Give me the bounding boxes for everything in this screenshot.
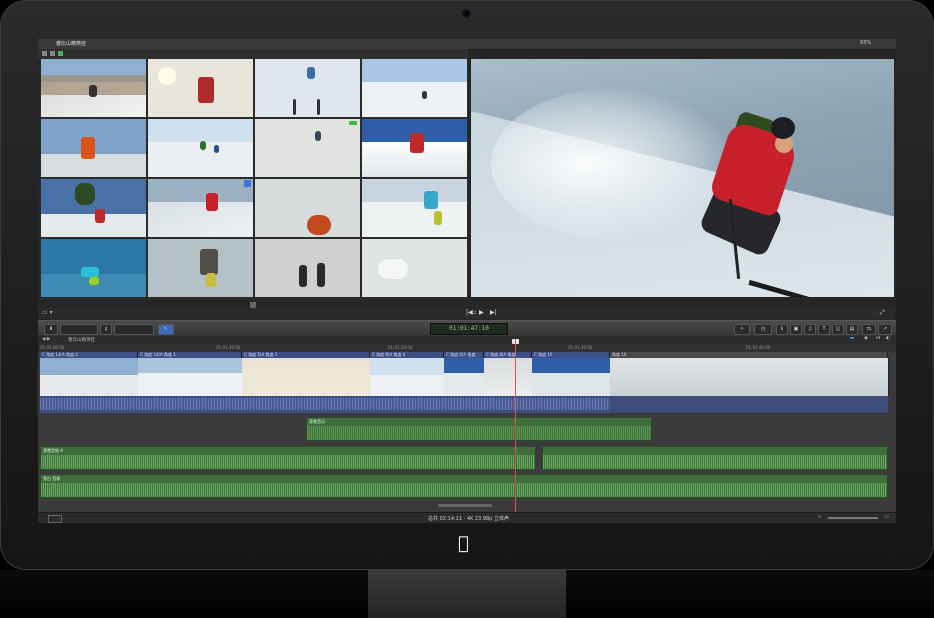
library-icon[interactable] <box>42 51 47 56</box>
viewer-controls: ▭ <box>471 308 894 319</box>
transitions-icon[interactable]: ⇆ <box>862 324 876 335</box>
snapping-icon[interactable]: ⋈ <box>876 336 881 341</box>
clip-thumbnail[interactable] <box>362 179 467 237</box>
clip-thumbnail[interactable] <box>148 179 253 237</box>
clip-thumbnail[interactable] <box>255 119 360 177</box>
clip-thumbnail[interactable] <box>41 179 146 237</box>
clip-audio-strip <box>610 396 888 413</box>
timeline-history-icon[interactable]: ◀ ▶ <box>42 337 50 342</box>
play-reverse-icon[interactable]: |◀ <box>466 309 473 316</box>
audio-clip[interactable]: 旁白 音效 <box>40 474 888 498</box>
timeline-scroll-handle[interactable] <box>438 504 492 507</box>
clip-thumbnail[interactable] <box>255 59 360 117</box>
clip-audio-waveform <box>40 398 610 410</box>
audio-clip-label: 旁白 音效 <box>43 476 61 481</box>
clip-thumbnail[interactable] <box>148 119 253 177</box>
clip-filmstrip[interactable] <box>40 358 139 396</box>
zoom-level[interactable]: 93% <box>860 40 871 46</box>
ruler-tick: 01:01:10:00 <box>216 345 241 350</box>
photos-icon[interactable] <box>50 51 55 56</box>
clip-filmstrip[interactable] <box>138 358 243 396</box>
audio-skimming-icon[interactable]: ◉ <box>864 336 868 341</box>
camera-icon <box>462 9 471 18</box>
music-icon[interactable] <box>58 51 63 56</box>
clip-thumbnail[interactable] <box>362 119 467 177</box>
inspector-icon[interactable]: ℹ <box>776 324 788 335</box>
photos-browser-icon[interactable]: ▣ <box>790 324 802 335</box>
timeline-zoom-slider[interactable] <box>828 517 878 519</box>
clip-thumbnail[interactable] <box>255 239 360 297</box>
clip-appearance-switch-icon[interactable]: ▭ <box>884 514 889 520</box>
audio-clip-label: 背景音乐 <box>309 419 325 424</box>
playhead[interactable] <box>515 339 516 512</box>
clip-appearance-icon[interactable]: ▬ <box>850 336 854 341</box>
play-icon[interactable]: ▶ <box>479 309 484 316</box>
browser-footer: ▭ ▾ <box>38 308 470 319</box>
final-cut-window: 春比山精英娃 93% 设置 <box>38 39 896 523</box>
timeline-header: ◀ ▶ 春比山精英娃 ▬ ◉ ⋈ ◐ <box>38 336 896 344</box>
audio-clip-label: 滑雪音效 A <box>43 448 64 453</box>
clip-thumbnail[interactable] <box>41 59 146 117</box>
music-browser-icon[interactable]: ♫ <box>804 324 816 335</box>
apple-logo-icon:  <box>458 535 469 553</box>
clip-filmstrip[interactable] <box>610 358 889 396</box>
import-button[interactable]: ⬇ <box>44 324 58 335</box>
clip-thumbnail[interactable] <box>255 179 360 237</box>
share-icon[interactable]: ↗ <box>878 324 892 335</box>
clip-thumbnail[interactable] <box>41 119 146 177</box>
zoom-search-icon[interactable]: ⌕ <box>818 514 821 520</box>
imac-monitor:  春比山精英娃 93% 设置 <box>0 0 934 570</box>
editor-toolbar: ⬇ ⚷ ↖ 01:01:47:10 ✧ ◷ ℹ ▣ ♫ T ◫ ▤ ⇆ ↗ <box>38 320 896 337</box>
generators-icon[interactable]: ◫ <box>832 324 844 335</box>
audio-clip[interactable] <box>542 446 888 470</box>
ruler-tick: 01:01:00:00 <box>40 345 65 350</box>
edit-mode-buttons[interactable] <box>114 324 154 335</box>
clip-thumbnail[interactable] <box>148 59 253 117</box>
clip-filmstrip[interactable] <box>532 358 611 396</box>
play-forward-icon[interactable]: ▶| <box>490 309 497 316</box>
ruler-tick: 01:01:20:00 <box>388 345 413 350</box>
timeline-index-button[interactable] <box>48 515 62 523</box>
viewer <box>471 59 894 297</box>
clip-filmstrip[interactable] <box>484 358 533 396</box>
retime-icon[interactable]: ◷ <box>754 324 772 335</box>
titles-icon[interactable]: T <box>818 324 830 335</box>
viewer-skier-helmet <box>771 117 795 139</box>
keyword-button[interactable]: ⚷ <box>100 324 112 335</box>
clip-view-icon[interactable]: ▭ ▾ <box>42 309 53 316</box>
ruler-tick: 01:01:40:00 <box>746 345 771 350</box>
audio-clip[interactable]: 背景音乐 <box>306 417 652 441</box>
browser-toolbar: 设置 <box>38 49 468 65</box>
clip-thumbnail[interactable] <box>362 59 467 117</box>
library-button[interactable] <box>60 324 98 335</box>
enhance-icon[interactable]: ✧ <box>734 324 750 335</box>
timeline-status-bar: 总共 02:14:11 · 4K 23.98p 立体声 ⌕ ▭ <box>38 512 896 523</box>
viewer-snow-spray <box>491 89 731 239</box>
monitor-stand <box>368 570 566 618</box>
project-name: 春比山精英娃 <box>68 338 95 343</box>
clip-filmstrip[interactable] <box>242 358 371 396</box>
solo-icon[interactable]: ◐ <box>886 336 890 341</box>
select-tool-icon[interactable]: ↖ <box>158 324 174 335</box>
clip-filmstrip[interactable] <box>370 358 445 396</box>
timeline[interactable]: C 角度 14(A 角度 4 C 角度 14(A 角度 1 C 角度 5(A 角… <box>38 352 896 512</box>
timeline-status-text: 总共 02:14:11 · 4K 23.98p 立体声 <box>428 516 509 522</box>
clip-filmstrip[interactable] <box>444 358 485 396</box>
ruler-tick: 01:01:30:00 <box>568 345 593 350</box>
audio-clip[interactable]: 滑雪音效 A <box>40 446 536 470</box>
clip-thumbnail[interactable] <box>148 239 253 297</box>
fullscreen-icon[interactable]: ⤢ <box>880 309 885 317</box>
window-title: 春比山精英娃 <box>56 41 87 47</box>
event-browser <box>40 59 468 299</box>
timecode-display[interactable]: 01:01:47:10 <box>430 323 508 335</box>
clip-thumbnail[interactable] <box>362 239 467 297</box>
themes-icon[interactable]: ▤ <box>846 324 858 335</box>
clip-thumbnail[interactable] <box>41 239 146 297</box>
